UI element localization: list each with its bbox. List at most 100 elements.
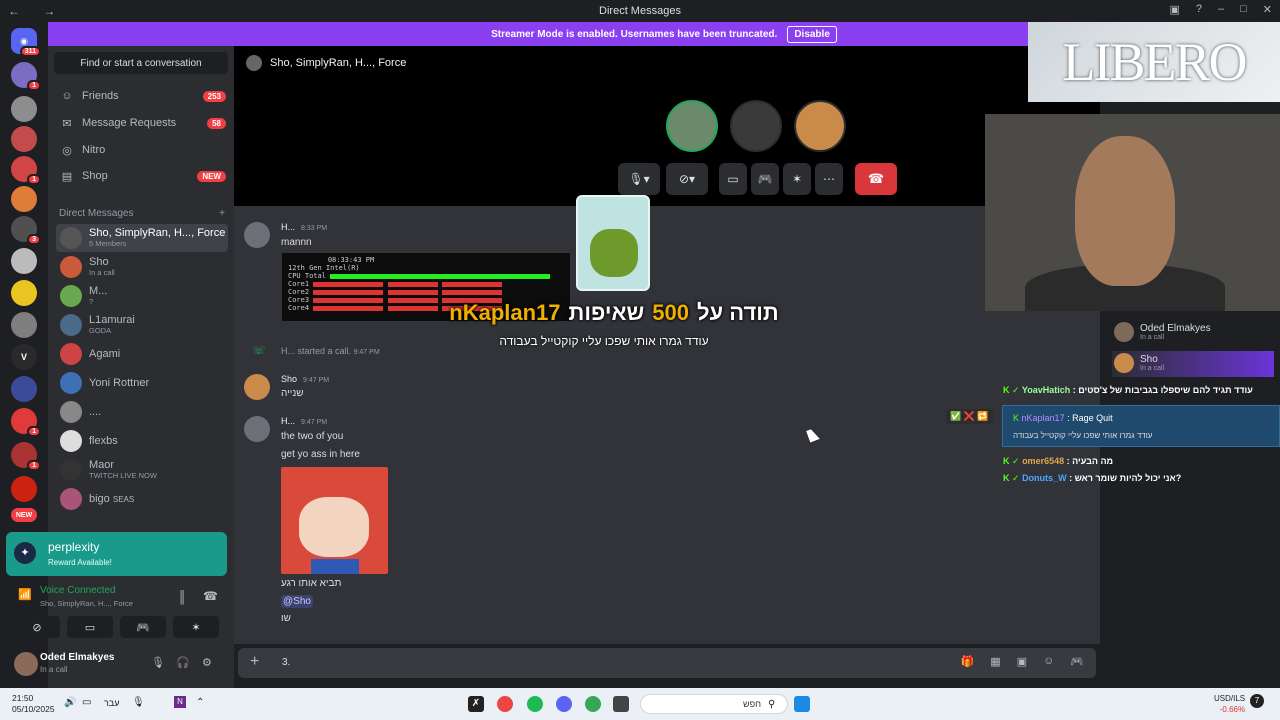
minimize-icon[interactable]: – (1218, 3, 1224, 16)
window-controls[interactable]: ▣ ? – □ ✕ (1169, 3, 1272, 16)
dm-item[interactable]: Sho, SimplyRan, H..., Force 5 Members (56, 224, 228, 252)
camera-button[interactable]: ⊘▾ (666, 163, 708, 195)
server-icon[interactable] (11, 186, 37, 212)
avatar[interactable] (14, 652, 38, 676)
avatar (60, 285, 82, 307)
dm-item[interactable]: flexbs (56, 427, 228, 455)
server-icon[interactable]: 3 (11, 216, 41, 245)
friends-icon: ☺ (61, 90, 73, 102)
gift-icon[interactable]: 🎁 (961, 655, 975, 668)
server-icon[interactable] (11, 126, 37, 152)
home-button[interactable]: ◉ 311 (11, 28, 41, 57)
emoji-icon[interactable]: ☺ (1043, 655, 1054, 668)
dm-item[interactable]: Yoni Rottner (56, 369, 228, 397)
server-icon[interactable]: V (11, 344, 37, 370)
settings-gear-icon[interactable]: ⚙ (202, 656, 212, 669)
participant-avatar[interactable] (794, 100, 846, 152)
clock[interactable]: 21:50 05/10/2025 (12, 693, 55, 715)
message-input[interactable]: 3. (282, 657, 290, 668)
dm-item[interactable]: .... (56, 398, 228, 426)
dm-item[interactable]: L1amurai GODA (56, 311, 228, 339)
network-icon[interactable]: ▭ (82, 697, 91, 708)
notification-badge[interactable]: 7 (1250, 694, 1264, 708)
more-options-icon[interactable]: ⋯ (815, 163, 843, 195)
mention-link[interactable]: @Sho (281, 595, 313, 608)
avatar[interactable] (244, 416, 270, 442)
message-input-bar[interactable]: + 3. 🎁 ▦ ▣ ☺ 🎮 (238, 648, 1096, 678)
server-icon[interactable]: 1 (11, 156, 41, 185)
nav-shop[interactable]: ▤ Shop NEW (56, 164, 226, 188)
gif-icon[interactable]: ▦ (990, 655, 1000, 668)
nav-message-requests[interactable]: ✉ Message Requests 58 (56, 111, 226, 135)
nav-friends[interactable]: ☺ Friends 253 (56, 84, 226, 108)
dm-section-header: Direct Messages + (59, 208, 225, 219)
server-icon[interactable] (11, 476, 37, 502)
end-call-button[interactable]: ☎ (855, 163, 897, 195)
perplexity-promo[interactable]: ✦ perplexity Reward Available! (6, 532, 227, 576)
spotify-icon[interactable] (527, 696, 543, 712)
chat-header: Sho, SimplyRan, H..., Force (234, 46, 1100, 80)
screen-share-icon[interactable]: ▭ (719, 163, 747, 195)
close-icon[interactable]: ✕ (1263, 3, 1272, 16)
mute-mic-button[interactable]: 🎙▾ (618, 163, 660, 195)
nitro-icon: ◎ (62, 144, 72, 157)
activity-icon[interactable]: 🎮 (751, 163, 779, 195)
tray-expand-icon[interactable]: ⌃ (196, 697, 204, 708)
avatar (60, 430, 82, 452)
capcut-icon[interactable]: ✗ (468, 696, 484, 712)
language-indicator[interactable]: עבר (104, 698, 119, 708)
server-icon[interactable] (11, 96, 37, 122)
add-dm-icon[interactable]: + (219, 208, 225, 219)
sticker-icon[interactable]: ▣ (1017, 655, 1027, 668)
find-conversation-input[interactable]: Find or start a conversation (54, 52, 228, 74)
server-icon[interactable]: 1 (11, 62, 41, 91)
help-icon[interactable]: ? (1196, 3, 1202, 16)
taskbar-search[interactable]: חפש (640, 694, 788, 714)
disable-streamer-button[interactable]: Disable (787, 25, 837, 43)
attached-image[interactable] (281, 467, 388, 574)
camera-off-button[interactable]: ⊘ (14, 616, 60, 638)
screen-share-button[interactable]: ▭ (67, 616, 113, 638)
server-icon[interactable] (11, 248, 37, 274)
rage-quit-alert: K nKaplan17 : Rage Quit עודד גמרו אותי ש… (1002, 405, 1280, 447)
dm-item[interactable]: Maor TWITCH LIVE NOW (56, 456, 228, 484)
add-attachment-icon[interactable]: + (250, 653, 259, 671)
volume-icon[interactable]: 🔊 (64, 697, 76, 708)
app-icon[interactable] (497, 696, 513, 712)
participant-avatar[interactable] (730, 100, 782, 152)
currency-widget[interactable]: USD/ILS -0.66% (1214, 693, 1245, 715)
nav-nitro[interactable]: ◎ Nitro (56, 138, 226, 162)
dm-item[interactable]: Agami (56, 340, 228, 368)
server-icon[interactable] (11, 280, 37, 306)
dm-item[interactable]: bigo SEAS (56, 485, 228, 513)
message-line: תביא אותו רגע (281, 578, 342, 589)
app-launcher-icon[interactable]: 🎮 (1070, 655, 1084, 668)
server-icon[interactable]: 1 (11, 408, 41, 437)
mic-tray-icon[interactable]: 🎙 (132, 697, 145, 708)
avatar (1114, 322, 1134, 342)
noise-suppression-icon[interactable]: ║ (178, 590, 187, 604)
inbox-icon[interactable]: ▣ (1169, 3, 1179, 16)
discord-icon[interactable] (556, 696, 572, 712)
headphones-icon[interactable]: 🎧 (176, 656, 190, 669)
participant-avatar[interactable] (666, 100, 718, 152)
maximize-icon[interactable]: □ (1240, 3, 1247, 16)
server-icon[interactable]: 1 (11, 442, 41, 471)
server-icon[interactable] (11, 312, 37, 338)
file-explorer-icon[interactable] (613, 696, 629, 712)
soundboard-button[interactable]: ✶ (173, 616, 219, 638)
avatar[interactable] (244, 222, 270, 248)
activity-button[interactable]: 🎮 (120, 616, 166, 638)
windows-start-icon[interactable] (794, 696, 810, 712)
chrome-icon[interactable] (585, 696, 601, 712)
back-forward-icons[interactable]: ← → (8, 4, 65, 18)
onenote-icon[interactable]: N (174, 696, 186, 708)
mic-icon[interactable]: 🎙 (151, 656, 165, 669)
soundboard-icon[interactable]: ✶ (783, 163, 811, 195)
dm-item[interactable]: M...? (56, 282, 228, 310)
message-actions[interactable]: ✅ ❌ 🔁 (946, 409, 993, 424)
disconnect-icon[interactable]: ☎ (203, 589, 218, 603)
server-icon[interactable] (11, 376, 37, 402)
avatar (60, 488, 82, 510)
avatar[interactable] (244, 374, 270, 400)
